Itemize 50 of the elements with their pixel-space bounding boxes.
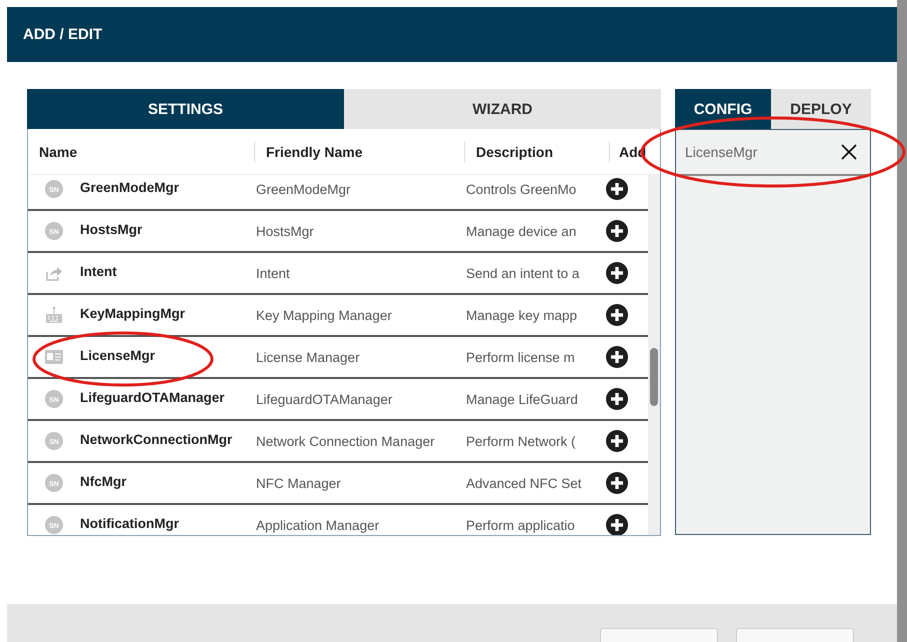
- table-cell-text: NetworkConnectionMgr: [80, 432, 234, 446]
- table-cell-text: Network Connection Manager: [256, 434, 436, 448]
- tab[interactable]: CONFIG: [675, 89, 771, 129]
- config-item-label: LicenseMgr: [685, 144, 758, 160]
- add-icon[interactable]: [606, 472, 628, 494]
- table-cell-text: LifeguardOTAManager: [80, 390, 226, 404]
- table-cell-text: KeyMappingMgr: [80, 306, 186, 320]
- add-icon[interactable]: [606, 262, 628, 284]
- add-icon[interactable]: [606, 220, 628, 242]
- tab[interactable]: DEPLOY: [771, 89, 871, 129]
- table-cell-text: HostsMgr: [256, 224, 315, 238]
- table-cell-text: Send an intent to a: [466, 266, 580, 280]
- table-cell-text: Manage LifeGuard: [466, 392, 579, 406]
- tab[interactable]: SETTINGS: [27, 89, 344, 129]
- tab[interactable]: WIZARD: [344, 89, 661, 129]
- table-cell-text: NfcMgr: [80, 474, 128, 488]
- table-cell-text: Perform Network (: [466, 434, 577, 448]
- table-cell-text: License Manager: [256, 350, 361, 364]
- scrollbar[interactable]: [648, 175, 660, 535]
- table-cell-text: LicenseMgr: [80, 348, 156, 362]
- table-cell-text: LifeguardOTAManager: [256, 392, 394, 406]
- share-icon: [45, 264, 63, 282]
- table-cell-text: Key Mapping Manager: [256, 308, 393, 322]
- add-icon[interactable]: [606, 388, 628, 410]
- column-header[interactable]: Name: [28, 140, 254, 162]
- table-cell-text: Intent: [256, 266, 291, 280]
- table-cell-text: Application Manager: [256, 518, 380, 532]
- column-header[interactable]: Friendly Name: [254, 140, 464, 162]
- column-header[interactable]: Description: [464, 140, 609, 162]
- add-icon[interactable]: [606, 346, 628, 368]
- table-cell-text: Perform applicatio: [466, 518, 576, 532]
- add-icon[interactable]: [606, 430, 628, 452]
- id-card-icon: [45, 350, 63, 364]
- table-cell-text: Perform license m: [466, 350, 576, 364]
- table-cell-text: GreenModeMgr: [80, 180, 180, 194]
- keyboard-icon: [45, 306, 63, 324]
- add-icon[interactable]: [606, 178, 628, 200]
- add-icon[interactable]: [606, 304, 628, 326]
- table-cell-text: NFC Manager: [256, 476, 342, 490]
- table-cell-text: Intent: [80, 264, 118, 278]
- add-icon[interactable]: [606, 514, 628, 535]
- table-cell-text: Manage key mapp: [466, 308, 578, 322]
- table-cell-text: Controls GreenMo: [466, 182, 578, 196]
- table-cell-text: GreenModeMgr: [256, 182, 352, 196]
- dialog-title: ADD / EDIT: [23, 26, 102, 43]
- table-cell-text: NotificationMgr: [80, 516, 180, 530]
- table-cell-text: Advanced NFC Set: [466, 476, 583, 490]
- table-cell-text: HostsMgr: [80, 222, 144, 236]
- table-cell-text: Manage device an: [466, 224, 578, 238]
- close-icon[interactable]: [840, 143, 858, 161]
